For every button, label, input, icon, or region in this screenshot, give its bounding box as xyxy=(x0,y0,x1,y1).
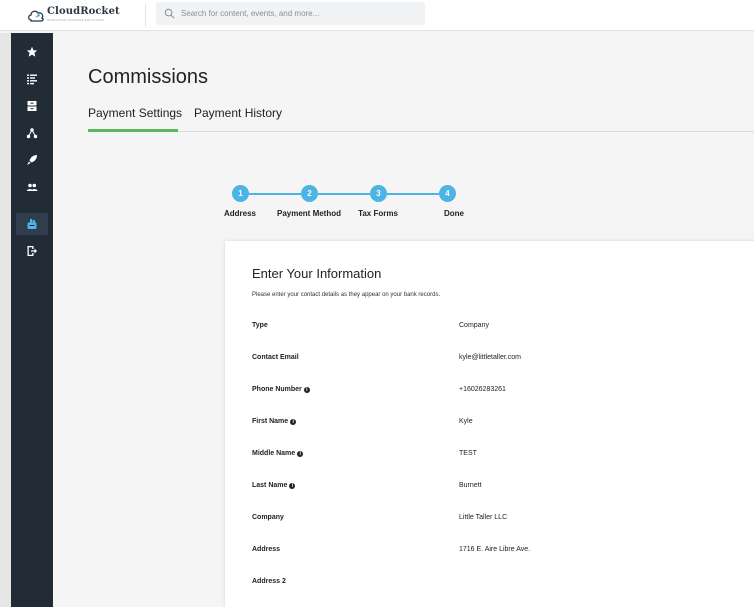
step-2-indicator: 2 xyxy=(301,185,318,202)
field-label-text: Address 2 xyxy=(252,578,286,585)
active-tab-indicator xyxy=(88,129,178,132)
step-connector xyxy=(318,193,370,195)
rocket-icon xyxy=(27,155,37,165)
info-row-address: Address 1716 E. Aire Libre Ave. xyxy=(252,546,752,560)
list-icon xyxy=(27,74,37,85)
info-icon[interactable]: i xyxy=(289,482,296,489)
field-label-text: Contact Email xyxy=(252,354,299,361)
sidebar-item-logout[interactable] xyxy=(16,240,48,262)
top-bar: CloudRocket INNOVATIVE STORAGE SOLUTIONS xyxy=(0,0,754,31)
info-row-first-name: First Name i Kyle xyxy=(252,418,752,432)
step-3-label: Tax Forms xyxy=(358,209,398,218)
info-icon[interactable]: i xyxy=(303,386,310,393)
info-row-last-name: Last Name i Burnett xyxy=(252,482,752,496)
field-label: Address xyxy=(252,546,280,553)
field-label: Phone Number i xyxy=(252,386,310,393)
info-icon[interactable]: i xyxy=(290,418,297,425)
info-row-phone-number: Phone Number i +16026283261 xyxy=(252,386,752,400)
step-1-indicator: 1 xyxy=(232,185,249,202)
field-label: Contact Email xyxy=(252,354,299,361)
field-label-text: Phone Number xyxy=(252,386,302,393)
step-connector xyxy=(249,193,301,195)
field-label-text: First Name xyxy=(252,418,289,425)
field-label-text: Company xyxy=(252,514,284,521)
page-edge xyxy=(0,33,11,607)
app-tagline: INNOVATIVE STORAGE SOLUTIONS xyxy=(47,18,104,22)
info-icon[interactable]: i xyxy=(297,450,304,457)
field-value: 1716 E. Aire Libre Ave. xyxy=(459,546,531,553)
sidebar-item-network[interactable] xyxy=(16,122,48,144)
field-label: Company xyxy=(252,514,284,521)
field-label-text: Type xyxy=(252,322,268,329)
field-value: Kyle xyxy=(459,418,473,425)
card-title: Enter Your Information xyxy=(252,266,382,281)
sidebar-item-favorites[interactable] xyxy=(16,41,48,63)
tab-label: Payment History xyxy=(194,106,283,120)
step-2-label: Payment Method xyxy=(276,209,342,218)
field-value: Burnett xyxy=(459,482,482,489)
step-1-label: Address xyxy=(223,209,257,218)
users-icon xyxy=(26,183,38,191)
field-label-text: Address xyxy=(252,546,281,553)
field-value: kyle@littletaller.com xyxy=(459,354,521,361)
info-row-address-2: Address 2 xyxy=(252,578,752,592)
contact-info-card: Enter Your Information Please enter your… xyxy=(225,241,754,607)
tabs: Payment Settings Payment History xyxy=(88,106,754,132)
star-icon xyxy=(26,46,38,57)
sidebar-item-users[interactable] xyxy=(16,176,48,198)
step-connector xyxy=(387,193,439,195)
field-label: Middle Name i xyxy=(252,450,304,457)
sidebar-item-storage[interactable] xyxy=(16,95,48,117)
field-label: Type xyxy=(252,322,268,329)
app-logo[interactable]: CloudRocket INNOVATIVE STORAGE SOLUTIONS xyxy=(27,6,120,24)
info-row-middle-name: Middle Name i TEST xyxy=(252,450,752,464)
info-row-contact-email: Contact Email kyle@littletaller.com xyxy=(252,354,752,368)
sidebar-item-list[interactable] xyxy=(16,68,48,90)
field-value: Company xyxy=(459,322,489,329)
tab-payment-history[interactable]: Payment History xyxy=(194,106,282,132)
cloud-rocket-logo-icon xyxy=(28,10,44,22)
search-box[interactable] xyxy=(156,2,425,25)
network-icon xyxy=(26,128,38,139)
field-label: Address 2 xyxy=(252,578,286,585)
sidebar-item-commissions[interactable] xyxy=(16,213,48,235)
page-title: Commissions xyxy=(88,66,209,88)
app-name: CloudRocket xyxy=(47,6,120,17)
field-value: Little Taller LLC xyxy=(459,514,508,521)
storage-icon xyxy=(27,101,37,111)
logout-icon xyxy=(27,246,37,256)
step-4-label: Done xyxy=(444,209,464,218)
commissions-icon xyxy=(27,219,37,229)
info-row-company: Company Little Taller LLC xyxy=(252,514,752,528)
field-value: TEST xyxy=(459,450,477,457)
field-label-text: Middle Name xyxy=(252,450,296,457)
field-label: Last Name i xyxy=(252,482,296,489)
search-input[interactable] xyxy=(181,2,419,25)
tab-label: Payment Settings xyxy=(88,106,183,120)
step-3-indicator: 3 xyxy=(370,185,387,202)
main-content: Commissions Payment Settings Payment His… xyxy=(53,33,754,607)
field-value: +16026283261 xyxy=(459,386,506,393)
info-row-type: Type Company xyxy=(252,322,752,336)
divider xyxy=(145,4,146,27)
field-label-text: Last Name xyxy=(252,482,288,489)
sidebar-item-launch[interactable] xyxy=(16,149,48,171)
sidebar xyxy=(11,33,53,607)
card-subtitle: Please enter your contact details as the… xyxy=(252,292,441,298)
progress-stepper: 1 2 3 4 Address Payment Method Tax Forms… xyxy=(218,183,478,223)
search-icon xyxy=(164,8,175,19)
field-label: First Name i xyxy=(252,418,297,425)
step-4-indicator: 4 xyxy=(439,185,456,202)
